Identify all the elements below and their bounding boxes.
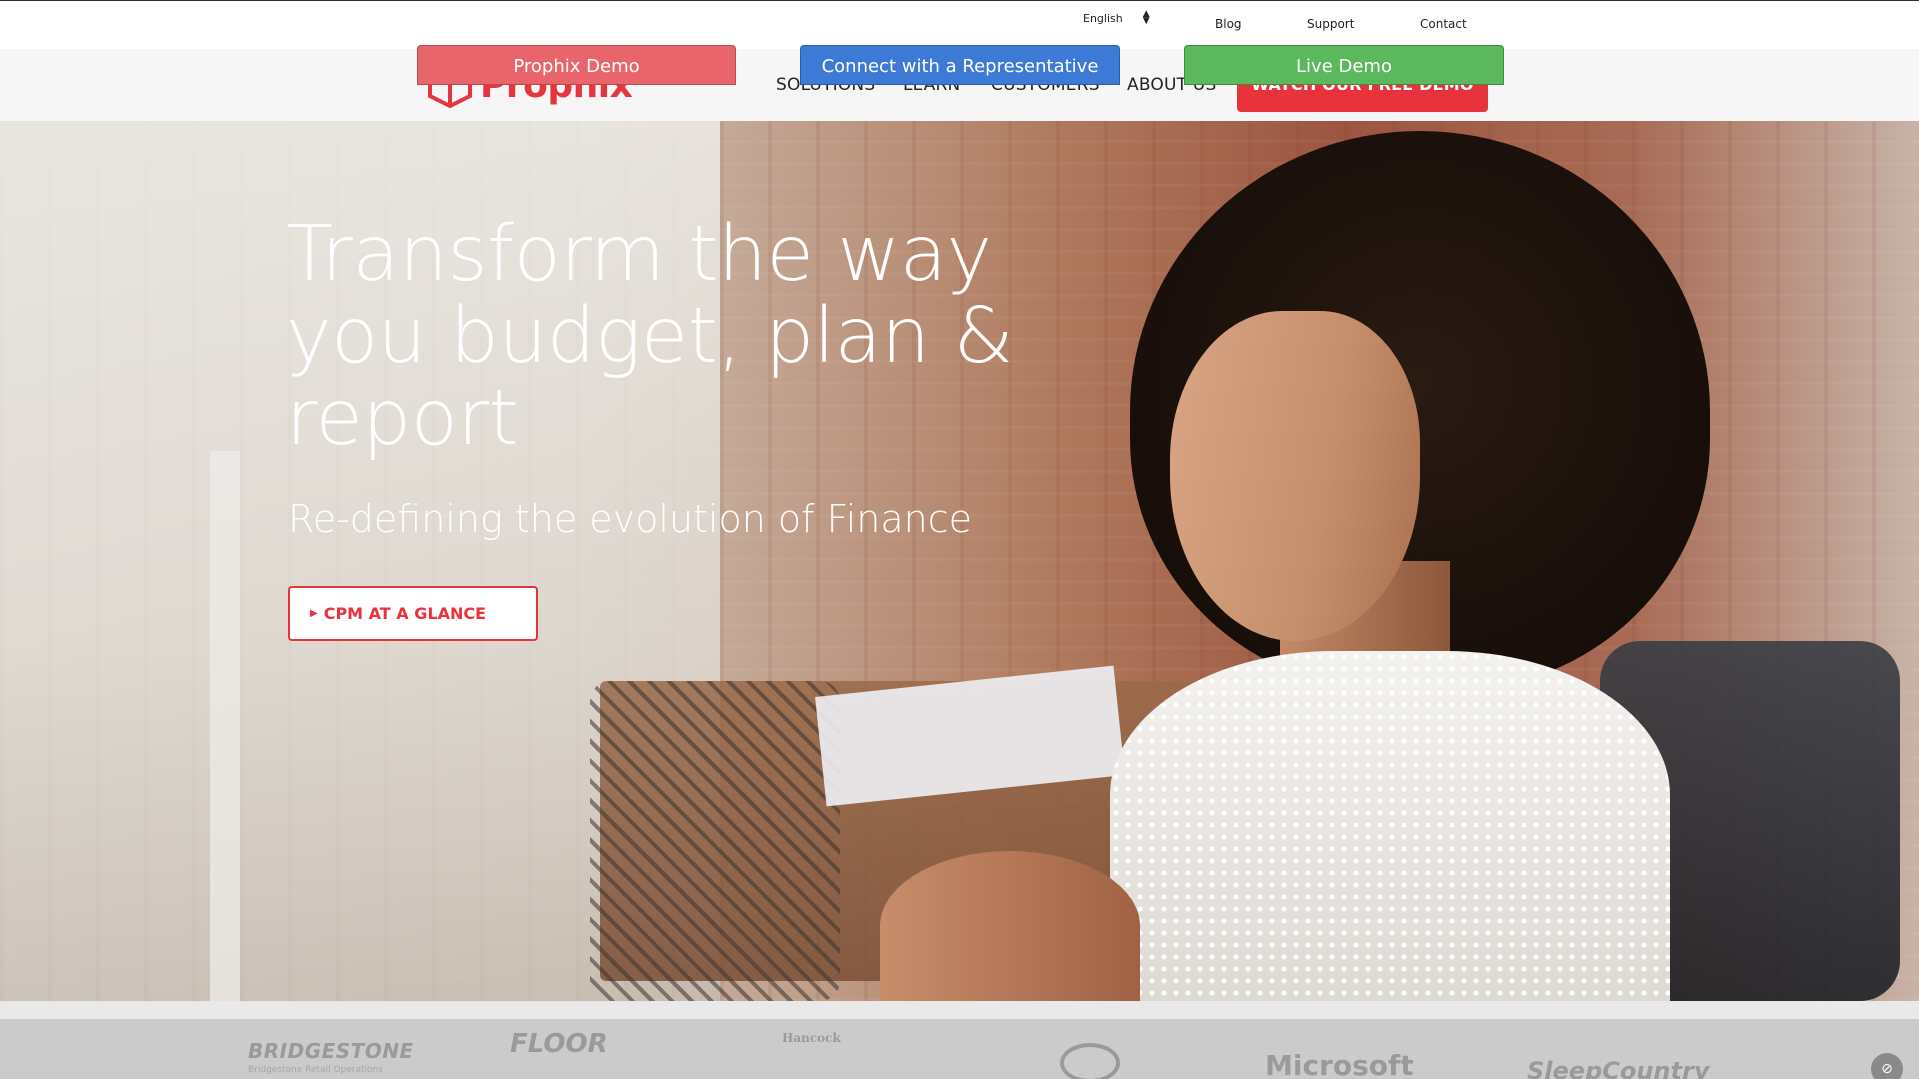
utility-bar: English ▲ ▼ Blog Support Contact [0, 0, 1919, 49]
mesh-chair [590, 681, 840, 1001]
hancock-logo: Hancock [782, 1031, 841, 1045]
select-arrows-icon: ▲ ▼ [1142, 9, 1150, 26]
hero-title: Transform the way you budget, plan & rep… [286, 210, 1014, 463]
window-frame [210, 451, 240, 1001]
blog-link[interactable]: Blog [1215, 17, 1242, 31]
cpm-at-a-glance-button[interactable]: ▶ CPM AT A GLANCE [288, 586, 538, 641]
live-demo-button[interactable]: Live Demo [1184, 45, 1504, 85]
prophix-demo-button[interactable]: Prophix Demo [417, 45, 736, 85]
hyundai-logo [1060, 1043, 1120, 1079]
connect-representative-button[interactable]: Connect with a Representative [800, 45, 1120, 85]
client-logo-strip: BRIDGESTONE Bridgestone Retail Operation… [0, 1001, 1919, 1079]
bridgestone-logo: BRIDGESTONE [248, 1039, 414, 1063]
cpm-button-label: CPM AT A GLANCE [323, 604, 487, 623]
blouse [1110, 651, 1670, 1001]
language-label: English [1083, 11, 1123, 25]
face [1170, 311, 1420, 641]
sleep-country-logo: SleepCountry [1527, 1057, 1710, 1079]
microsoft-logo: Microsoft [1265, 1049, 1414, 1079]
hide-eye-icon[interactable]: ⊘ [1871, 1053, 1903, 1079]
contact-link[interactable]: Contact [1420, 17, 1467, 31]
bridgestone-sub-logo: Bridgestone Retail Operations [248, 1065, 383, 1075]
floor-logo: FLOOR [510, 1029, 608, 1059]
support-link[interactable]: Support [1307, 17, 1354, 31]
caret-right-icon: ▶ [310, 608, 318, 619]
hero-subtitle: Re-defining the evolution of Finance [288, 497, 972, 541]
hands [880, 851, 1140, 1001]
hero-person-image [1110, 131, 1770, 1001]
language-select[interactable]: English ▲ ▼ [1083, 9, 1150, 26]
